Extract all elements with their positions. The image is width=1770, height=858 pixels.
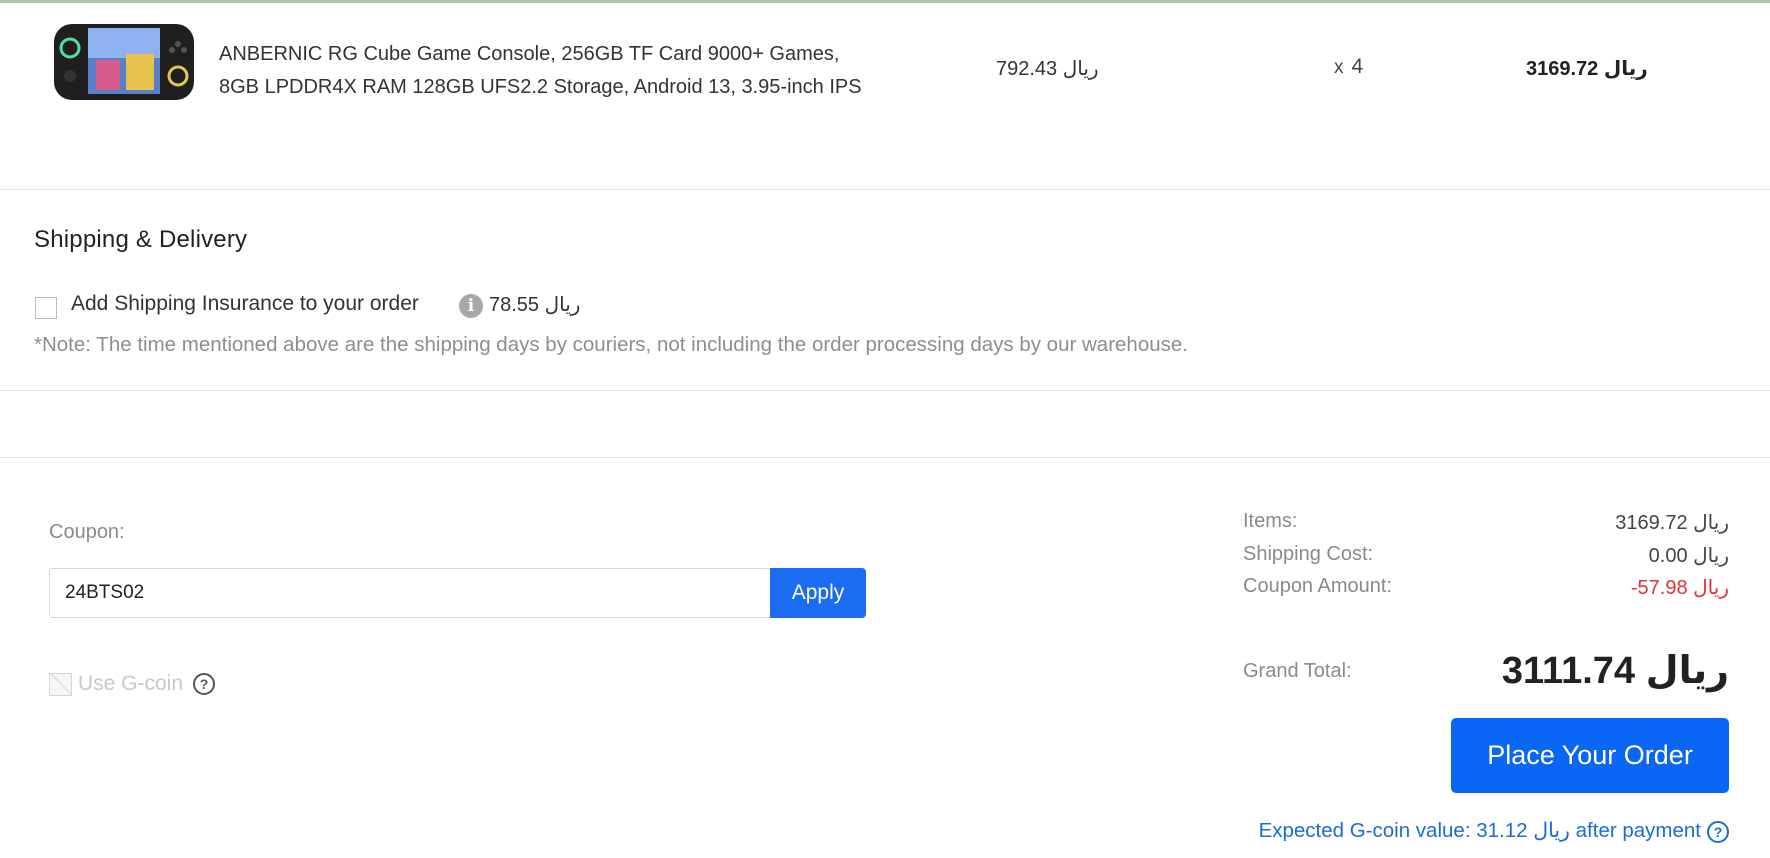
product-name[interactable]: ANBERNIC RG Cube Game Console, 256GB TF … [219, 38, 919, 104]
product-name-line2: 8GB LPDDR4X RAM 128GB UFS2.2 Storage, An… [219, 76, 862, 98]
grand-total-label: Grand Total: [1243, 660, 1352, 682]
shipping-cost-label: Shipping Cost: [1243, 543, 1374, 565]
divider [0, 457, 1770, 458]
cart-item-row: ANBERNIC RG Cube Game Console, 256GB TF … [0, 3, 1770, 190]
shipping-insurance-checkbox[interactable] [35, 297, 57, 319]
insurance-price: 78.55 ريال [489, 294, 581, 316]
coupon-input[interactable] [49, 568, 770, 618]
expected-gcoin-text: Expected G-coin value: 31.12 ريال after … [1258, 819, 1701, 842]
divider [0, 390, 1770, 391]
grand-total-value: 3111.74 ريال [1501, 650, 1729, 692]
line-total: 3169.72 ريال [1526, 58, 1648, 80]
product-thumbnail[interactable] [52, 20, 196, 102]
help-icon[interactable]: ? [1707, 821, 1729, 843]
quantity-multiplier: x [1334, 57, 1344, 78]
shipping-title: Shipping & Delivery [34, 226, 248, 253]
unit-price: 792.43 ريال [996, 58, 1099, 80]
coupon-amount-value: -57.98 ريال [1630, 577, 1729, 599]
apply-coupon-button[interactable]: Apply [770, 568, 866, 618]
use-gcoin-checkbox[interactable] [49, 673, 72, 696]
help-icon[interactable]: ? [193, 673, 215, 695]
shipping-note: *Note: The time mentioned above are the … [34, 333, 1188, 356]
items-label: Items: [1243, 510, 1298, 532]
place-order-button[interactable]: Place Your Order [1451, 718, 1729, 793]
shipping-insurance-label[interactable]: Add Shipping Insurance to your order [71, 292, 419, 316]
coupon-label: Coupon: [49, 521, 125, 543]
info-icon[interactable]: i [459, 294, 483, 318]
quantity-value: 4 [1351, 55, 1364, 78]
items-value: 3169.72 ريال [1615, 512, 1729, 534]
product-name-line1: ANBERNIC RG Cube Game Console, 256GB TF … [219, 43, 840, 65]
use-gcoin-label: Use G-coin [78, 672, 184, 695]
coupon-amount-label: Coupon Amount: [1243, 575, 1392, 597]
quantity: x4 [1334, 55, 1363, 79]
shipping-cost-value: 0.00 ريال [1648, 545, 1729, 567]
